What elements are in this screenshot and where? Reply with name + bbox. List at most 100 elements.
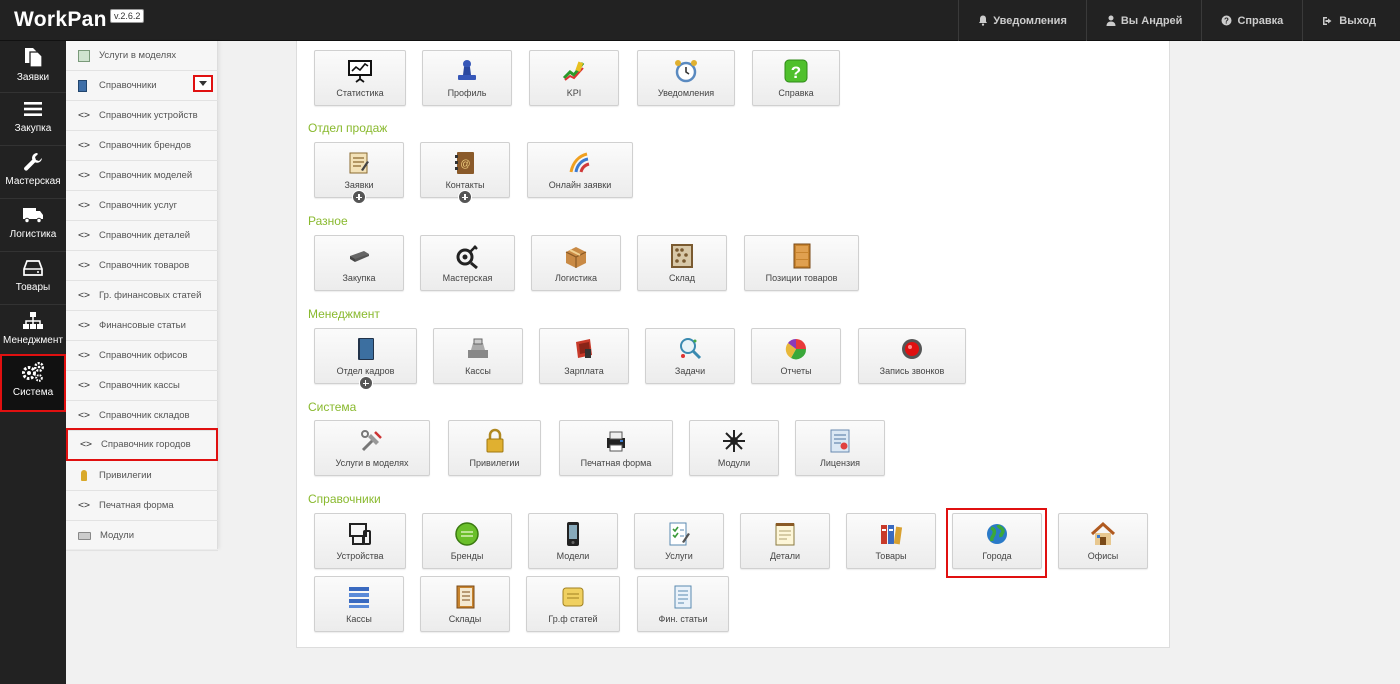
submenu-item-finance-groups[interactable]: <> Гр. финансовых статей <box>66 281 218 311</box>
tile-cash-desks-directory[interactable]: Кассы <box>314 576 404 632</box>
submenu-item-brands-directory[interactable]: <> Справочник брендов <box>66 131 218 161</box>
tile-label: Запись звонков <box>879 366 945 376</box>
tile-license[interactable]: Лицензия <box>795 420 885 476</box>
printer-icon <box>607 431 625 452</box>
tile-help[interactable]: ? Справка <box>752 50 840 106</box>
code-icon: <> <box>78 110 91 121</box>
submenu-item-offices-directory[interactable]: <> Справочник офисов <box>66 341 218 371</box>
submenu-item-directories[interactable]: Справочники <box>66 71 218 101</box>
tile-notifications[interactable]: Уведомления <box>637 50 735 106</box>
truck-icon <box>23 208 43 224</box>
submenu-item-warehouses-directory[interactable]: <> Справочник складов <box>66 401 218 431</box>
add-employee-icon[interactable] <box>358 376 373 390</box>
tile-contacts[interactable]: @ Контакты <box>420 142 510 204</box>
tools-icon <box>456 245 478 269</box>
submenu-item-finance-articles[interactable]: <> Финансовые статьи <box>66 311 218 341</box>
tile-finance-groups[interactable]: Гр.ф статей <box>526 576 620 632</box>
sidebar-item-logistics[interactable]: Логистика <box>0 200 66 252</box>
tile-label: Уведомления <box>657 88 715 98</box>
tile-label: KPI <box>566 88 582 98</box>
submenu-item-parts-directory[interactable]: <> Справочник деталей <box>66 221 218 251</box>
tile-logistics[interactable]: Логистика <box>531 235 621 291</box>
record-icon <box>902 339 922 359</box>
submenu-item-services-directory[interactable]: <> Справочник услуг <box>66 191 218 221</box>
tile-goods-positions[interactable]: Позиции товаров <box>744 235 859 291</box>
tile-privileges[interactable]: Привилегии <box>448 420 541 476</box>
box-icon <box>565 247 587 268</box>
code-icon: <> <box>80 439 93 450</box>
tile-workshop[interactable]: Мастерская <box>420 235 515 291</box>
lock-icon <box>486 428 503 453</box>
tile-hr[interactable]: Отдел кадров <box>314 328 417 390</box>
tile-kpi[interactable]: KPI <box>529 50 619 106</box>
submenu-item-cities-directory[interactable]: <> Справочник городов <box>66 428 218 461</box>
tile-goods[interactable]: Товары <box>846 513 936 569</box>
tile-finance-articles[interactable]: Фин. статьи <box>637 576 729 632</box>
tile-warehouse[interactable]: Склад <box>637 235 727 291</box>
tile-models[interactable]: Модели <box>528 513 618 569</box>
code-icon: <> <box>78 500 91 511</box>
tile-requests[interactable]: Заявки <box>314 142 404 204</box>
tile-label: Заявки <box>344 180 374 190</box>
sidebar-item-workshop[interactable]: Мастерская <box>0 147 66 199</box>
main-sidebar: Заявки Закупка Мастерская Логистика Това… <box>0 41 66 684</box>
add-request-icon[interactable] <box>352 190 366 204</box>
key-icon <box>81 470 87 481</box>
submenu-item-models-directory[interactable]: <> Справочник моделей <box>66 161 218 191</box>
tile-label: Привилегии <box>469 458 520 468</box>
submenu-item-label: Услуги в моделях <box>99 50 177 61</box>
sidebar-item-system[interactable]: Система <box>0 354 66 412</box>
signout-icon <box>1323 16 1332 25</box>
sidebar-item-requests[interactable]: Заявки <box>0 41 66 93</box>
help-link[interactable]: ? Справка <box>1201 0 1302 41</box>
tile-cash-desks[interactable]: Кассы <box>433 328 523 384</box>
submenu-item-print-form[interactable]: <> Печатная форма <box>66 491 218 521</box>
tile-purchase[interactable]: Закупка <box>314 235 404 291</box>
sidebar-item-label: Товары <box>15 282 51 293</box>
notifications-link[interactable]: Уведомления <box>958 0 1086 41</box>
tile-modules[interactable]: Модули <box>689 420 779 476</box>
sidebar-item-management[interactable]: Менеджмент <box>0 306 66 358</box>
tile-print-form[interactable]: Печатная форма <box>559 420 673 476</box>
list-icon <box>24 102 42 116</box>
submenu-item-cash-directory[interactable]: <> Справочник кассы <box>66 371 218 401</box>
tile-devices[interactable]: Устройства <box>314 513 406 569</box>
tile-label: Устройства <box>336 551 384 561</box>
version-badge: v.2.6.2 <box>110 9 145 23</box>
submenu-item-goods-directory[interactable]: <> Справочник товаров <box>66 251 218 281</box>
tile-call-records[interactable]: Запись звонков <box>858 328 966 384</box>
code-icon: <> <box>78 350 91 361</box>
tile-label: Услуги <box>665 551 693 561</box>
submenu-item-devices-directory[interactable]: <> Справочник устройств <box>66 101 218 131</box>
tile-salary[interactable]: Зарплата <box>539 328 629 384</box>
tile-tasks[interactable]: Задачи <box>645 328 735 384</box>
directories-dropdown-toggle[interactable] <box>193 75 213 92</box>
sidebar-item-goods[interactable]: Товары <box>0 253 66 305</box>
caret-down-icon <box>199 81 207 86</box>
tile-statistics[interactable]: Статистика <box>314 50 406 106</box>
tile-services-in-models[interactable]: Услуги в моделях <box>314 420 430 476</box>
submenu-item-label: Справочник брендов <box>99 140 192 151</box>
tile-parts[interactable]: Детали <box>740 513 830 569</box>
tile-brands[interactable]: Бренды <box>422 513 512 569</box>
submenu-item-label: Справочник кассы <box>99 380 180 391</box>
section-title-management: Менеджмент <box>308 307 380 321</box>
submenu-item-modules[interactable]: Модули <box>66 521 218 551</box>
tile-label: Отдел кадров <box>336 366 395 376</box>
tile-warehouses-directory[interactable]: Склады <box>420 576 510 632</box>
add-contact-icon[interactable] <box>458 190 472 204</box>
tile-offices[interactable]: Офисы <box>1058 513 1148 569</box>
user-link[interactable]: Вы Андрей <box>1085 0 1202 41</box>
sidebar-item-purchase[interactable]: Закупка <box>0 94 66 146</box>
tile-reports[interactable]: Отчеты <box>751 328 841 384</box>
tile-profile[interactable]: Профиль <box>422 50 512 106</box>
submenu-item-privileges[interactable]: Привилегии <box>66 461 218 491</box>
tile-services[interactable]: Услуги <box>634 513 724 569</box>
app-logo[interactable]: WorkPan <box>14 8 107 32</box>
submenu-item-services-in-models[interactable]: Услуги в моделях <box>66 41 218 71</box>
code-icon: <> <box>78 290 91 301</box>
logout-link[interactable]: Выход <box>1302 0 1400 41</box>
submenu-item-label: Модули <box>100 530 135 541</box>
service-tools-icon <box>361 430 382 452</box>
tile-online-requests[interactable]: Онлайн заявки <box>527 142 633 198</box>
